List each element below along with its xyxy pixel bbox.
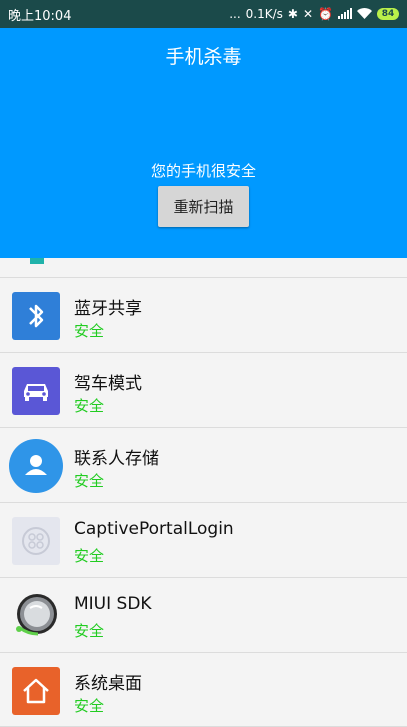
list-item[interactable]: CaptivePortalLogin 安全 (0, 502, 407, 577)
header-panel: 手机杀毒 您的手机很安全 重新扫描 (0, 28, 407, 258)
app-status: 安全 (74, 622, 105, 640)
list-item[interactable]: 驾车模式 安全 (0, 352, 407, 427)
app-name: 联系人存储 (74, 449, 159, 469)
app-name: CaptivePortalLogin (74, 519, 234, 539)
notification-dots: ... (229, 7, 241, 21)
app-status: 安全 (74, 472, 105, 490)
list-item[interactable]: 蓝牙共享 安全 (0, 277, 407, 352)
app-list[interactable]: 蓝牙共享 安全 驾车模式 安全 联系人存储 安全 CaptivePortalLo… (0, 277, 407, 727)
alarm-icon: ⏰ (318, 7, 333, 21)
scroll-indicator (30, 258, 44, 264)
app-status: 安全 (74, 397, 105, 415)
app-status: 安全 (74, 697, 105, 715)
battery-indicator: 84 (377, 8, 399, 20)
network-speed: 0.1K/s (245, 7, 283, 21)
page-title: 手机杀毒 (165, 46, 242, 68)
contact-person-icon (9, 439, 63, 493)
status-bar: 晚上10:04 ... 0.1K/s ✱ ✕ ⏰ 84 (0, 0, 407, 28)
android-default-icon (12, 517, 60, 565)
app-status: 安全 (74, 547, 105, 565)
miui-sdk-icon (12, 592, 60, 640)
car-icon (12, 367, 60, 415)
bluetooth-icon (12, 292, 60, 340)
app-name: 系统桌面 (74, 674, 142, 694)
mute-icon: ✕ (302, 7, 314, 21)
list-item[interactable]: 联系人存储 安全 (0, 427, 407, 502)
status-time: 晚上10:04 (8, 8, 72, 24)
status-icons: ... 0.1K/s ✱ ✕ ⏰ 84 (229, 7, 399, 21)
app-name: 蓝牙共享 (74, 299, 142, 319)
wifi-icon (357, 7, 372, 21)
rescan-button[interactable]: 重新扫描 (158, 186, 249, 227)
list-item[interactable]: MIUI SDK 安全 (0, 577, 407, 652)
app-name: 驾车模式 (74, 374, 142, 394)
bluetooth-status-icon: ✱ (287, 7, 298, 21)
app-status: 安全 (74, 322, 105, 340)
list-item[interactable]: 系统桌面 安全 (0, 652, 407, 727)
signal-icon (338, 7, 352, 21)
home-icon (12, 667, 60, 715)
app-name: MIUI SDK (74, 594, 152, 614)
scan-result-text: 您的手机很安全 (150, 162, 256, 180)
